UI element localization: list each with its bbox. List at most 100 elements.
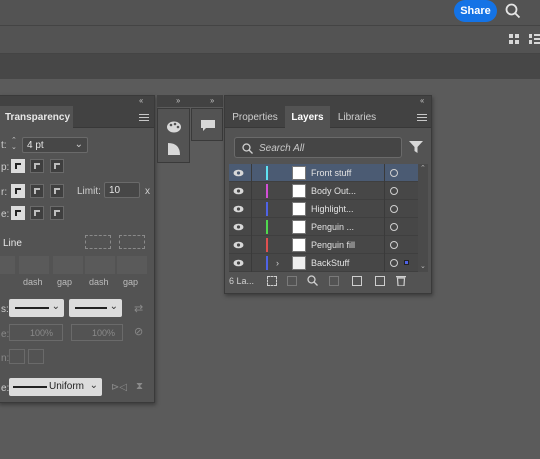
dash-field[interactable]	[85, 256, 115, 274]
place-arrow-button[interactable]	[28, 349, 44, 364]
share-button[interactable]: Share	[454, 0, 497, 22]
align-inside-button[interactable]	[30, 206, 44, 220]
target-circle-icon[interactable]	[390, 169, 398, 177]
eye-icon[interactable]	[233, 259, 244, 267]
round-join-button[interactable]	[30, 184, 44, 198]
panel-header[interactable]	[0, 96, 154, 106]
layer-color-swatch	[266, 184, 268, 198]
new-sublayer-icon[interactable]	[352, 276, 362, 286]
target-circle-icon[interactable]	[390, 241, 398, 249]
preserve-dash-icon[interactable]	[85, 235, 111, 249]
tab-layers[interactable]: Layers	[285, 106, 330, 128]
scroll-up-icon[interactable]: ⌃	[420, 164, 426, 172]
align-dash-icon[interactable]	[119, 235, 145, 249]
divider	[384, 200, 385, 218]
round-cap-button[interactable]	[30, 159, 44, 173]
gap-label: gap	[123, 277, 139, 287]
trash-icon[interactable]	[396, 275, 406, 286]
target-circle-icon[interactable]	[390, 223, 398, 231]
tab-transparency[interactable]: Transparency	[0, 106, 73, 128]
arrange-documents-icon[interactable]	[509, 34, 519, 44]
target-circle-icon[interactable]	[390, 259, 398, 267]
dash-field[interactable]	[19, 256, 49, 274]
layer-row[interactable]: › BackStuff	[229, 254, 418, 272]
layers-search-input[interactable]: Search All	[234, 137, 402, 158]
dash-field[interactable]	[0, 256, 15, 274]
layer-row[interactable]: Front stuff	[229, 164, 418, 182]
search-icon[interactable]	[307, 275, 318, 286]
limit-input[interactable]: 10	[104, 182, 140, 198]
align-center-button[interactable]	[11, 206, 25, 220]
line-preview	[13, 386, 47, 388]
panel-menu-icon[interactable]	[139, 114, 149, 122]
layer-row[interactable]: Highlight...	[229, 200, 418, 218]
layer-row[interactable]: Penguin fill	[229, 236, 418, 254]
eye-icon[interactable]	[233, 169, 244, 177]
swap-arrowheads-icon[interactable]: ⇄	[134, 302, 143, 315]
end-scale-input[interactable]: 100%	[71, 324, 123, 341]
miter-join-button[interactable]	[11, 184, 25, 198]
collapse-chevron-icon[interactable]: ‹‹	[420, 96, 424, 105]
extend-arrow-button[interactable]	[9, 349, 25, 364]
flip-across-icon[interactable]: ⊳◁	[111, 382, 127, 393]
butt-cap-button[interactable]	[11, 159, 25, 173]
link-scale-icon[interactable]: ⊘	[134, 325, 143, 338]
chevron-down-icon: ⌄	[51, 301, 60, 312]
selection-indicator[interactable]	[404, 260, 409, 265]
target-circle-icon[interactable]	[390, 187, 398, 195]
divider	[384, 164, 385, 182]
panel-menu-icon[interactable]	[417, 114, 427, 122]
layer-row[interactable]: Penguin ...	[229, 218, 418, 236]
layers-scrollbar[interactable]: ⌃ ⌄	[418, 164, 428, 272]
locate-object-icon[interactable]	[287, 276, 297, 286]
weight-dropdown[interactable]: 4 pt ⌄	[22, 137, 88, 153]
weight-label: t:	[1, 140, 7, 151]
color-guide-icon[interactable]	[166, 120, 182, 134]
panel-header[interactable]	[225, 96, 431, 106]
workspace-icon[interactable]	[529, 34, 540, 44]
eye-icon[interactable]	[233, 205, 244, 213]
eye-icon[interactable]	[233, 241, 244, 249]
flip-along-icon[interactable]: ⧗	[136, 381, 143, 392]
collect-for-export-icon[interactable]	[267, 276, 277, 286]
divider	[251, 218, 252, 236]
projecting-cap-button[interactable]	[50, 159, 64, 173]
start-arrowhead-select[interactable]: ⌄	[9, 299, 64, 317]
filter-icon[interactable]	[409, 141, 423, 154]
corner-label: r:	[1, 187, 8, 198]
collapse-chevron-icon[interactable]: ‹‹	[139, 96, 143, 105]
chevron-right-icon[interactable]: ›	[276, 258, 279, 268]
eye-icon[interactable]	[233, 223, 244, 231]
layer-row[interactable]: Body Out...	[229, 182, 418, 200]
profile-select[interactable]: Uniform ⌄	[9, 378, 102, 396]
comments-icon[interactable]	[200, 119, 216, 132]
gap-field[interactable]	[117, 256, 147, 274]
align-outside-button[interactable]	[50, 206, 64, 220]
target-circle-icon[interactable]	[390, 205, 398, 213]
scroll-down-icon[interactable]: ⌄	[420, 262, 426, 270]
tab-libraries[interactable]: Libraries	[330, 106, 384, 128]
weight-value: 4 pt	[27, 140, 44, 151]
end-arrowhead-select[interactable]: ⌄	[69, 299, 122, 317]
start-scale-input[interactable]: 100%	[9, 324, 63, 341]
new-layer-icon[interactable]	[375, 276, 385, 286]
bevel-join-button[interactable]	[50, 184, 64, 198]
expand-chevron-icon[interactable]: ››	[210, 96, 214, 105]
align-stroke-label: e:	[1, 209, 10, 220]
layers-list: Front stuff Body Out... Highlight... Pen…	[229, 164, 418, 272]
chevron-down-icon: ⌄	[109, 301, 118, 312]
expand-chevron-icon[interactable]: ››	[176, 96, 180, 105]
search-icon[interactable]	[505, 3, 521, 19]
gradient-icon[interactable]	[167, 142, 181, 156]
layer-thumbnail	[292, 202, 306, 216]
gap-field[interactable]	[53, 256, 83, 274]
layer-thumbnail	[292, 166, 306, 180]
tab-properties[interactable]: Properties	[225, 106, 285, 128]
divider	[251, 236, 252, 254]
layer-name: BackStuff	[311, 258, 350, 268]
dash-label: dash	[89, 277, 109, 287]
line-preview	[15, 307, 49, 309]
eye-icon[interactable]	[233, 187, 244, 195]
clipping-mask-icon[interactable]	[329, 276, 339, 286]
weight-stepper-icon[interactable]: ⌃ ⌄	[11, 137, 20, 153]
